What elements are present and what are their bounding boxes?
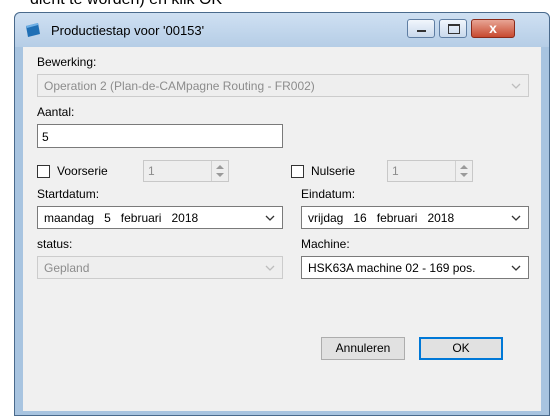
- eindatum-year: 2018: [427, 211, 455, 225]
- bewerking-value: Operation 2 (Plan-de-CAMpagne Routing - …: [44, 79, 315, 93]
- status-value: Gepland: [44, 261, 90, 275]
- machine-label: Machine:: [301, 237, 350, 251]
- chevron-down-icon: [265, 215, 275, 221]
- startdatum-picker[interactable]: maandag 5 februari 2018: [37, 206, 283, 229]
- machine-value: HSK63A machine 02 - 169 pos.: [308, 261, 476, 275]
- arrow-up-icon: [216, 165, 224, 169]
- cancel-button[interactable]: Annuleren: [321, 337, 405, 360]
- eindatum-day: vrijdag: [308, 211, 344, 225]
- aantal-input[interactable]: 5: [37, 124, 283, 148]
- close-button[interactable]: x: [471, 19, 515, 38]
- dialog-content: Bewerking: Operation 2 (Plan-de-CAMpagne…: [23, 47, 541, 411]
- status-label: status:: [37, 237, 73, 251]
- startdatum-date: 5: [104, 211, 111, 225]
- eindatum-date: 16: [353, 211, 367, 225]
- window-title: Productiestap voor '00153': [51, 23, 205, 38]
- minimize-button[interactable]: [407, 19, 435, 38]
- maximize-icon: [448, 24, 460, 34]
- voorserie-value: 1: [148, 164, 155, 178]
- eindatum-value: vrijdag 16 februari 2018: [308, 211, 454, 225]
- startdatum-label: Startdatum:: [37, 187, 100, 201]
- startdatum-value: maandag 5 februari 2018: [44, 211, 198, 225]
- app-icon: [26, 23, 40, 37]
- nulserie-checkbox[interactable]: [291, 165, 304, 178]
- arrow-up-icon: [460, 165, 468, 169]
- minimize-icon: [417, 30, 426, 32]
- startdatum-day: maandag: [44, 211, 95, 225]
- chevron-down-icon: [511, 83, 521, 89]
- bewerking-select[interactable]: Operation 2 (Plan-de-CAMpagne Routing - …: [37, 74, 529, 97]
- arrow-down-icon: [460, 173, 468, 177]
- eindatum-picker[interactable]: vrijdag 16 februari 2018: [301, 206, 529, 229]
- aantal-label: Aantal:: [37, 105, 75, 119]
- voorserie-checkbox[interactable]: [37, 165, 50, 178]
- machine-select[interactable]: HSK63A machine 02 - 169 pos.: [301, 256, 529, 279]
- nulserie-value: 1: [392, 164, 399, 178]
- ok-button[interactable]: OK: [419, 337, 503, 360]
- nulserie-label: Nulserie: [311, 164, 356, 178]
- status-select[interactable]: Gepland: [37, 256, 283, 279]
- dialog-window: Productiestap voor '00153' x Bewerking: …: [14, 12, 550, 416]
- arrow-down-icon: [216, 173, 224, 177]
- chevron-down-icon: [511, 265, 521, 271]
- voorserie-stepper-buttons[interactable]: [211, 161, 228, 181]
- startdatum-month: februari: [120, 211, 162, 225]
- title-bar[interactable]: Productiestap voor '00153' x: [15, 13, 549, 47]
- chevron-down-icon: [511, 215, 521, 221]
- voorserie-stepper[interactable]: 1: [143, 160, 229, 182]
- voorserie-label: Voorserie: [57, 164, 108, 178]
- nulserie-stepper-buttons[interactable]: [455, 161, 472, 181]
- bewerking-label: Bewerking:: [37, 55, 97, 69]
- document-caption: dient te worden) en klik OK: [30, 0, 222, 9]
- aantal-value: 5: [42, 130, 49, 144]
- nulserie-stepper[interactable]: 1: [387, 160, 473, 182]
- eindatum-month: februari: [376, 211, 418, 225]
- close-icon: x: [489, 20, 497, 36]
- eindatum-label: Eindatum:: [301, 187, 356, 201]
- maximize-button[interactable]: [439, 19, 467, 38]
- chevron-down-icon: [265, 265, 275, 271]
- startdatum-year: 2018: [171, 211, 199, 225]
